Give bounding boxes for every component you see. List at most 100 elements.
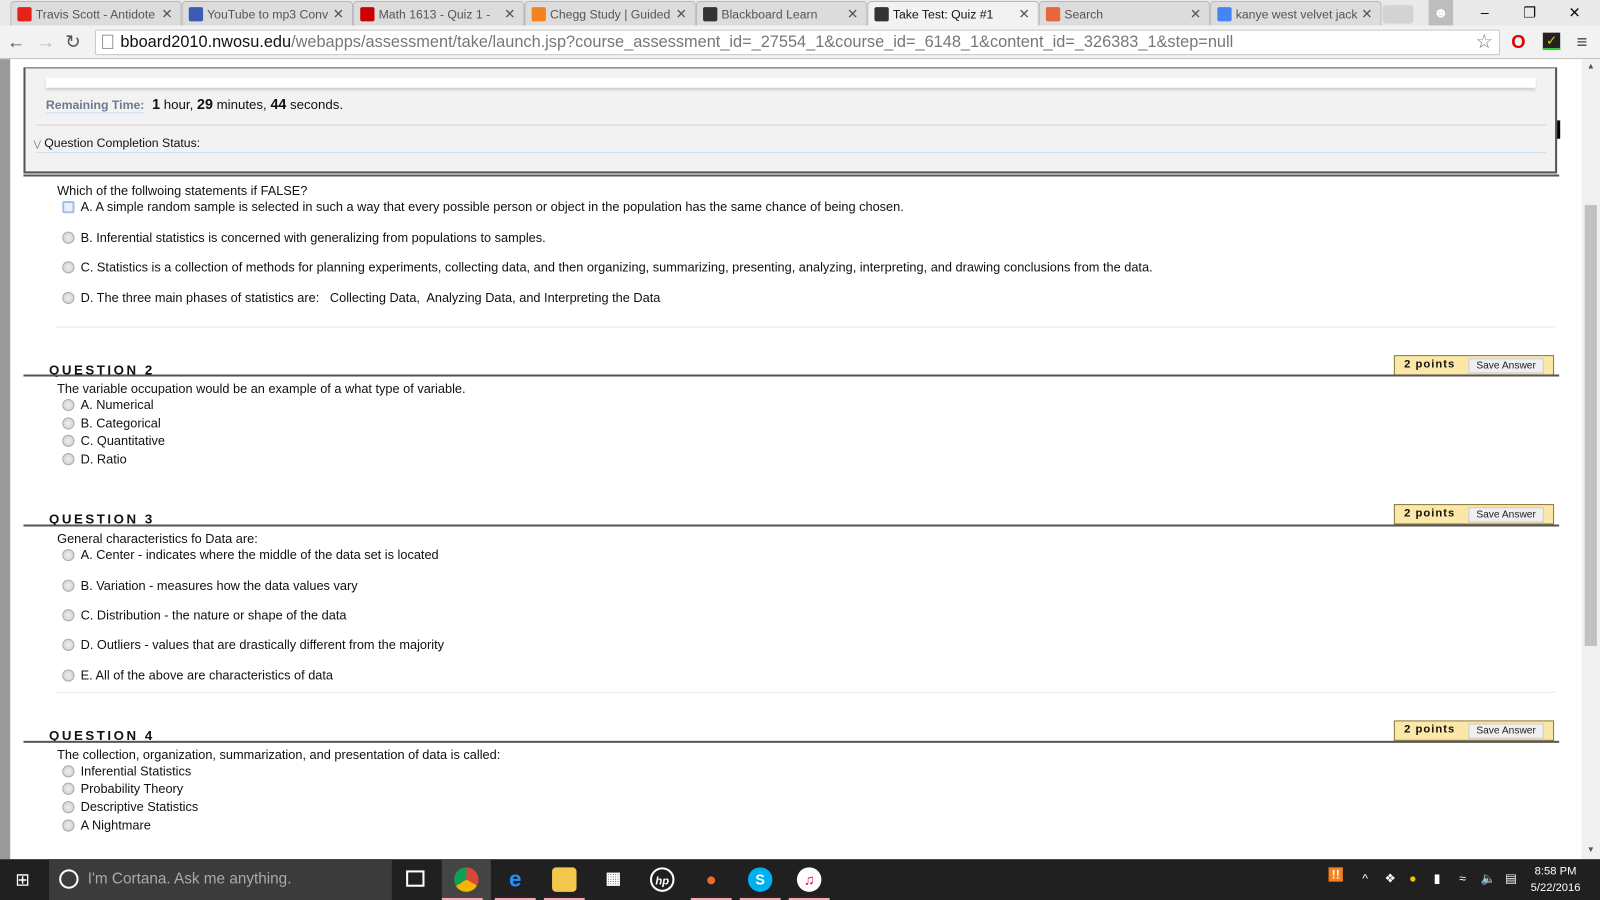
- answer-option[interactable]: C. Quantitative: [62, 434, 165, 448]
- close-tab-icon[interactable]: ✕: [161, 6, 172, 22]
- radio-button[interactable]: [62, 782, 75, 795]
- action-center-icon[interactable]: ▤: [1505, 871, 1517, 885]
- close-tab-icon[interactable]: ✕: [676, 6, 687, 22]
- scrollbar-thumb[interactable]: [1584, 205, 1597, 646]
- answer-option[interactable]: Probability Theory: [62, 782, 183, 796]
- chrome-icon[interactable]: [454, 867, 479, 892]
- reload-icon[interactable]: ↻: [65, 32, 80, 53]
- tab-1[interactable]: Travis Scott - Antidote ✕: [10, 1, 182, 26]
- radio-button[interactable]: [62, 453, 75, 466]
- close-tab-icon[interactable]: ✕: [847, 6, 858, 22]
- restore-button[interactable]: ❐: [1507, 0, 1552, 26]
- vertical-scrollbar[interactable]: ▲ ▼: [1581, 59, 1600, 860]
- save-answer-button[interactable]: Save Answer: [1468, 723, 1544, 739]
- notification-app-icon[interactable]: !!: [1328, 867, 1343, 882]
- tab-2[interactable]: YouTube to mp3 Conv ✕: [181, 1, 354, 26]
- blackboard-icon: [874, 7, 889, 22]
- answer-option[interactable]: A. A simple random sample is selected in…: [62, 200, 904, 214]
- volume-icon[interactable]: 🔈: [1481, 871, 1496, 885]
- yt-mp3-icon: [188, 7, 204, 22]
- store-icon[interactable]: ▦: [601, 867, 625, 891]
- close-tab-icon[interactable]: ✕: [504, 6, 515, 22]
- answer-option[interactable]: C. Statistics is a collection of methods…: [62, 260, 1153, 274]
- new-tab-button[interactable]: [1382, 5, 1414, 24]
- close-tab-icon[interactable]: ✕: [1361, 6, 1372, 22]
- answer-option[interactable]: Descriptive Statistics: [62, 800, 198, 814]
- origin-icon[interactable]: ●: [699, 867, 723, 891]
- radio-button[interactable]: [62, 609, 75, 622]
- browser-toolbar: ← → ↻ bboard2010.nwosu.edu/webapps/asses…: [0, 25, 1600, 60]
- profile-icon[interactable]: ☻: [1428, 0, 1454, 26]
- answer-option[interactable]: A. Center - indicates where the middle o…: [62, 548, 439, 562]
- radio-button[interactable]: [62, 819, 75, 832]
- close-tab-icon[interactable]: ✕: [1190, 6, 1201, 22]
- tab-7[interactable]: Search ✕: [1038, 1, 1211, 26]
- menu-icon[interactable]: ≡: [1577, 32, 1588, 53]
- save-answer-button[interactable]: Save Answer: [1468, 358, 1544, 374]
- answer-option[interactable]: Inferential Statistics: [62, 764, 191, 779]
- tab-3[interactable]: Math 1613 - Quiz 1 - ✕: [353, 1, 525, 26]
- radio-button[interactable]: [62, 548, 75, 562]
- answer-option[interactable]: B. Categorical: [62, 416, 161, 431]
- back-icon[interactable]: ←: [7, 32, 25, 53]
- answer-option[interactable]: A. Numerical: [62, 398, 154, 412]
- norton-tray-icon[interactable]: ●: [1409, 871, 1416, 885]
- tab-title: YouTube to mp3 Conv: [207, 7, 329, 22]
- radio-button[interactable]: [62, 231, 75, 244]
- answer-option[interactable]: D. Ratio: [62, 452, 127, 466]
- clock[interactable]: 8:58 PM 5/22/2016: [1531, 863, 1581, 896]
- task-view-icon[interactable]: [406, 870, 425, 887]
- answer-option[interactable]: D. The three main phases of statistics a…: [62, 291, 660, 305]
- wifi-icon[interactable]: ≈: [1459, 871, 1466, 885]
- page-content: ▲ ▼ Remaining Time: 1 hour, 29 minutes, …: [0, 59, 1600, 865]
- save-answer-button[interactable]: Save Answer: [1468, 507, 1544, 523]
- battery-icon[interactable]: ▮: [1434, 871, 1441, 885]
- question-completion-status-toggle[interactable]: ⋁ Question Completion Status:: [34, 136, 200, 150]
- norton-extension-icon[interactable]: ✓: [1542, 32, 1561, 50]
- close-tab-icon[interactable]: ✕: [1018, 6, 1029, 22]
- answer-option[interactable]: B. Variation - measures how the data val…: [62, 579, 358, 593]
- tab-6[interactable]: Take Test: Quiz #1 ✕: [867, 1, 1039, 26]
- tab-5[interactable]: Blackboard Learn ✕: [695, 1, 868, 26]
- forward-icon[interactable]: →: [37, 32, 55, 53]
- radio-button[interactable]: [62, 417, 75, 430]
- answer-option[interactable]: D. Outliers - values that are drasticall…: [62, 638, 444, 652]
- answer-option[interactable]: C. Distribution - the nature or shape of…: [62, 608, 347, 622]
- radio-button[interactable]: [62, 201, 75, 214]
- address-bar[interactable]: bboard2010.nwosu.edu/webapps/assessment/…: [94, 29, 1500, 56]
- question-1-text: Which of the follwoing statements if FAL…: [57, 183, 308, 198]
- minimize-button[interactable]: –: [1462, 0, 1507, 26]
- opera-extension-icon[interactable]: O: [1511, 32, 1525, 53]
- tab-4[interactable]: Chegg Study | Guided ✕: [524, 1, 696, 26]
- tab-8[interactable]: kanye west velvet jack ✕: [1210, 1, 1382, 26]
- tab-title: kanye west velvet jack: [1235, 7, 1358, 22]
- answer-option[interactable]: B. Inferential statistics is concerned w…: [62, 231, 546, 245]
- radio-button[interactable]: [62, 579, 75, 592]
- skype-icon[interactable]: S: [747, 867, 773, 892]
- radio-button[interactable]: [62, 669, 75, 682]
- answer-option[interactable]: A Nightmare: [62, 818, 151, 833]
- dropbox-icon[interactable]: ❖: [1385, 871, 1396, 885]
- close-window-button[interactable]: ✕: [1552, 0, 1597, 26]
- close-tab-icon[interactable]: ✕: [333, 6, 344, 22]
- radio-button[interactable]: [62, 261, 75, 274]
- tab-strip: Travis Scott - Antidote ✕ YouTube to mp3 C…: [0, 0, 1600, 26]
- itunes-icon[interactable]: ♫: [796, 867, 822, 892]
- radio-button[interactable]: [62, 801, 75, 814]
- url-host: bboard2010.nwosu.edu: [120, 33, 292, 52]
- show-hidden-icons-icon[interactable]: ^: [1362, 871, 1368, 885]
- cortana-search[interactable]: I'm Cortana. Ask me anything.: [48, 859, 392, 900]
- edge-icon[interactable]: e: [503, 867, 527, 891]
- hp-icon[interactable]: hp: [649, 867, 675, 892]
- webassign-icon: [360, 7, 375, 22]
- points-label: 2 points: [1404, 358, 1456, 371]
- answer-option[interactable]: E. All of the above are characteristics …: [62, 668, 333, 683]
- file-explorer-icon[interactable]: [552, 867, 577, 892]
- bookmark-star-icon[interactable]: ☆: [1475, 31, 1492, 54]
- radio-button[interactable]: [62, 765, 75, 778]
- windows-start-icon[interactable]: ⊞: [15, 870, 30, 890]
- radio-button[interactable]: [62, 434, 75, 447]
- radio-button[interactable]: [62, 638, 75, 652]
- radio-button[interactable]: [62, 398, 75, 412]
- radio-button[interactable]: [62, 291, 75, 305]
